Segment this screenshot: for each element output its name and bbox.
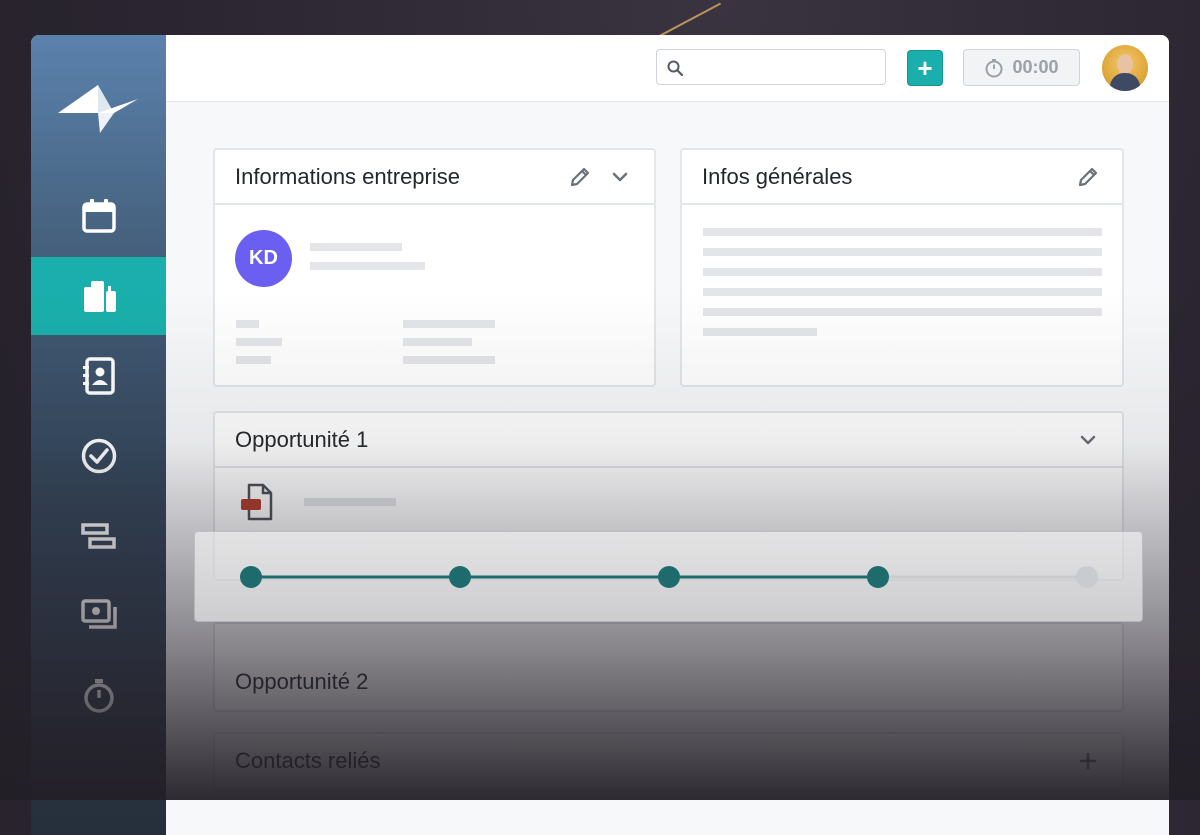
- contacts-book-icon: [82, 357, 115, 395]
- app-window: + 00:00 Informations entreprise KD Infos…: [31, 35, 1169, 835]
- placeholder-line: [310, 243, 402, 251]
- document-icon: [241, 483, 273, 521]
- company-info-title: Informations entreprise: [235, 163, 460, 189]
- opportunity-1-header[interactable]: Opportunité 1: [215, 413, 1122, 468]
- opportunity-stepper-panel: [194, 531, 1143, 622]
- stopwatch-icon: [985, 58, 1003, 77]
- company-avatar: KD: [235, 230, 292, 287]
- stepper-step-4[interactable]: [867, 566, 889, 588]
- billing-icon: [80, 599, 117, 629]
- placeholder-line: [310, 262, 425, 270]
- company-info-card: Informations entreprise KD: [213, 148, 656, 387]
- placeholder-line: [304, 498, 396, 506]
- sidebar-item-timer[interactable]: [31, 657, 166, 735]
- user-avatar[interactable]: [1102, 45, 1148, 91]
- search-icon: [667, 60, 683, 76]
- edit-pencil-icon[interactable]: [1076, 165, 1100, 189]
- timer-value: 00:00: [1012, 57, 1059, 77]
- sidebar-item-contacts[interactable]: [31, 337, 166, 415]
- placeholder-line: [703, 308, 1102, 316]
- placeholder-line: [703, 268, 1102, 276]
- general-info-header: Infos générales: [682, 150, 1122, 205]
- placeholder-line: [403, 356, 495, 364]
- opportunity-2-title: Opportunité 2: [235, 669, 369, 694]
- search-input[interactable]: [691, 56, 880, 80]
- placeholder-line: [403, 320, 495, 328]
- pipeline-icon: [80, 523, 116, 549]
- timer-icon: [83, 679, 114, 713]
- edit-pencil-icon[interactable]: [568, 165, 592, 189]
- sidebar-item-billing[interactable]: [31, 577, 166, 655]
- chevron-down-icon[interactable]: [608, 165, 632, 189]
- linked-contacts-card: Contacts reliés: [213, 732, 1124, 792]
- stepper-step-5[interactable]: [1076, 566, 1098, 588]
- stepper-step-2[interactable]: [449, 566, 471, 588]
- decorative-line: [658, 2, 722, 38]
- placeholder-line: [703, 288, 1102, 296]
- calendar-icon: [81, 199, 116, 233]
- general-info-card: Infos générales: [680, 148, 1124, 387]
- check-circle-icon: [81, 438, 116, 474]
- sidebar-item-companies[interactable]: [31, 257, 166, 335]
- placeholder-line: [236, 356, 271, 364]
- opportunity-1-title: Opportunité 1: [235, 426, 369, 452]
- linked-contacts-header: Contacts reliés: [215, 734, 1122, 789]
- sidebar-item-tasks[interactable]: [31, 417, 166, 495]
- search-box[interactable]: [656, 49, 886, 85]
- main-content: Informations entreprise KD Infos général…: [166, 102, 1169, 835]
- sidebar-item-calendar[interactable]: [31, 177, 166, 255]
- placeholder-line: [403, 338, 472, 346]
- add-contact-icon[interactable]: [1076, 749, 1100, 773]
- timer-button[interactable]: 00:00: [963, 49, 1080, 86]
- placeholder-line: [703, 328, 817, 336]
- add-button[interactable]: +: [907, 50, 943, 86]
- placeholder-line: [236, 320, 259, 328]
- opportunity-2-header[interactable]: Opportunité 2: [215, 624, 1122, 708]
- placeholder-line: [703, 228, 1102, 236]
- opportunity-stepper: [240, 566, 1098, 588]
- opportunity-2-card: Opportunité 2: [213, 622, 1124, 712]
- top-bar: + 00:00: [166, 35, 1169, 102]
- placeholder-line: [703, 248, 1102, 256]
- app-logo: [58, 85, 138, 133]
- sidebar: [31, 35, 166, 835]
- stepper-step-3[interactable]: [658, 566, 680, 588]
- companies-icon: [83, 281, 116, 312]
- sidebar-item-pipeline[interactable]: [31, 497, 166, 575]
- company-info-header: Informations entreprise: [215, 150, 654, 205]
- stepper-step-1[interactable]: [240, 566, 262, 588]
- general-info-title: Infos générales: [702, 163, 853, 189]
- placeholder-line: [236, 338, 282, 346]
- linked-contacts-title: Contacts reliés: [235, 747, 381, 773]
- chevron-down-icon[interactable]: [1076, 428, 1100, 452]
